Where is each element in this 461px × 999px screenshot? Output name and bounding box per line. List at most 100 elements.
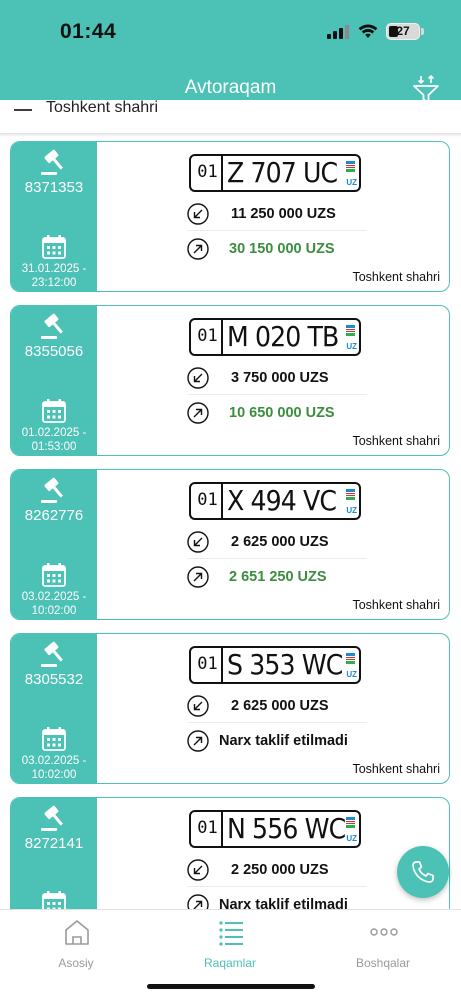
home-icon [65, 920, 89, 945]
arrow-down-left-icon [187, 859, 209, 881]
gavel-icon [41, 149, 63, 175]
license-plate: 01 N 556 WC UZ [189, 810, 361, 848]
uz-flag-icon [346, 653, 355, 664]
license-plate: 01 Z 707 UC UZ [189, 154, 361, 192]
calendar-icon [42, 563, 66, 587]
plate-country: UZ [346, 834, 357, 843]
plate-number: X 494 VC [227, 484, 337, 517]
plate-region: 01 [194, 648, 223, 682]
tab-label: Raqamlar [203, 956, 257, 970]
gavel-icon [41, 641, 63, 667]
uz-flag-icon [346, 325, 355, 336]
license-plate: 01 X 494 VC UZ [189, 482, 361, 520]
start-price-row: 2 625 000 UZS [187, 689, 367, 723]
list-icon [219, 921, 243, 946]
status-time: 01:44 [60, 20, 117, 43]
listing-side-panel: 8371353 31.01.2025 -23:12:00 [11, 142, 97, 291]
uz-flag-icon [346, 161, 355, 172]
lot-number: 8355056 [24, 343, 84, 360]
calendar-icon [42, 399, 66, 423]
battery-icon: 27 [386, 23, 420, 40]
listing-side-panel: 8305532 03.02.2025 -10:02:00 [11, 634, 97, 783]
current-price: Narx taklif etilmadi [219, 733, 348, 749]
plate-country: UZ [346, 670, 357, 679]
gavel-icon [41, 477, 63, 503]
lot-number: 8371353 [24, 179, 84, 196]
calendar-icon [42, 235, 66, 259]
auction-date: 31.01.2025 -23:12:00 [21, 263, 87, 289]
current-price: 10 650 000 UZS [229, 405, 335, 421]
start-price-row: 11 250 000 UZS [187, 197, 367, 231]
gavel-icon [41, 805, 63, 831]
tab-label: Boshqalar [355, 956, 411, 970]
listing-card[interactable]: 8262776 03.02.2025 -10:02:00 01 X 494 VC UZ 2… [10, 469, 450, 620]
plate-region: 01 [194, 484, 223, 518]
plate-country: UZ [346, 342, 357, 351]
phone-icon [412, 861, 434, 883]
listing-card[interactable]: 8371353 31.01.2025 -23:12:00 01 Z 707 UC UZ 1… [10, 141, 450, 292]
plate-region: 01 [194, 812, 223, 846]
arrow-down-left-icon [187, 695, 209, 717]
tab-asosiy[interactable]: Asosiy [21, 918, 131, 972]
home-indicator [147, 984, 315, 989]
listing-region: Toshkent shahri [352, 270, 440, 284]
plate-number: Z 707 UC [227, 156, 338, 189]
listing-region: Toshkent shahri [352, 598, 440, 612]
page-title: Avtoraqam [184, 77, 277, 98]
calendar-icon [42, 727, 66, 751]
start-price-row: 2 625 000 UZS [187, 525, 367, 559]
arrow-down-left-icon [187, 531, 209, 553]
current-price-row: Narx taklif etilmadi [187, 724, 367, 758]
plate-number: S 353 WC [227, 648, 343, 681]
plate-number: M 020 TB [227, 320, 339, 353]
arrow-up-right-icon [187, 730, 209, 752]
auction-date: 03.02.2025 -10:02:00 [21, 591, 87, 617]
listing-region: Toshkent shahri [352, 762, 440, 776]
current-price-row: 10 650 000 UZS [187, 396, 367, 430]
listing-region: Toshkent shahri [352, 434, 440, 448]
listing-side-panel: 8262776 03.02.2025 -10:02:00 [11, 470, 97, 619]
listing-card[interactable]: 8305532 03.02.2025 -10:02:00 01 S 353 WC UZ 2… [10, 633, 450, 784]
start-price: 2 625 000 UZS [231, 534, 329, 550]
more-icon [370, 928, 398, 936]
start-price: 2 250 000 UZS [231, 862, 329, 878]
start-price-row: 2 250 000 UZS [187, 853, 367, 887]
start-price: 3 750 000 UZS [231, 370, 329, 386]
plate-region: 01 [194, 320, 223, 354]
lot-number: 8272141 [24, 835, 84, 852]
arrow-down-left-icon [187, 367, 209, 389]
uz-flag-icon [346, 817, 355, 828]
arrow-up-right-icon [187, 402, 209, 424]
tab-label: Asosiy [58, 956, 94, 970]
status-bar: 01:44 27 [0, 0, 461, 62]
lot-number: 8262776 [24, 507, 84, 524]
signal-icon [327, 25, 349, 39]
arrow-down-left-icon [187, 203, 209, 225]
current-price-row: 30 150 000 UZS [187, 232, 367, 266]
region-filter-bar[interactable]: Toshkent shahri [0, 100, 461, 134]
lot-number: 8305532 [24, 671, 84, 688]
current-price: 2 651 250 UZS [229, 569, 327, 585]
plate-number: N 556 WC [227, 812, 346, 845]
auction-date: 03.02.2025 -10:02:00 [21, 755, 87, 781]
plate-country: UZ [346, 178, 357, 187]
tab-boshqalar[interactable]: Boshqalar [328, 918, 438, 972]
battery-level: 27 [396, 24, 410, 38]
start-price-row: 3 750 000 UZS [187, 361, 367, 395]
license-plate: 01 M 020 TB UZ [189, 318, 361, 356]
current-price: 30 150 000 UZS [229, 241, 335, 257]
current-price-row: 2 651 250 UZS [187, 560, 367, 594]
auction-date: 01.02.2025 -01:53:00 [21, 427, 87, 453]
listing-card[interactable]: 8355056 01.02.2025 -01:53:00 01 M 020 TB UZ 3… [10, 305, 450, 456]
region-filter-label: Toshkent shahri [46, 100, 159, 116]
listing-side-panel: 8355056 01.02.2025 -01:53:00 [11, 306, 97, 455]
arrow-up-right-icon [187, 566, 209, 588]
call-button[interactable] [397, 846, 449, 898]
tab-raqamlar[interactable]: Raqamlar [175, 918, 285, 972]
plate-region: 01 [194, 156, 223, 190]
license-plate: 01 S 353 WC UZ [189, 646, 361, 684]
gavel-icon [41, 313, 63, 339]
plate-country: UZ [346, 506, 357, 515]
uz-flag-icon [346, 489, 355, 500]
start-price: 2 625 000 UZS [231, 698, 329, 714]
